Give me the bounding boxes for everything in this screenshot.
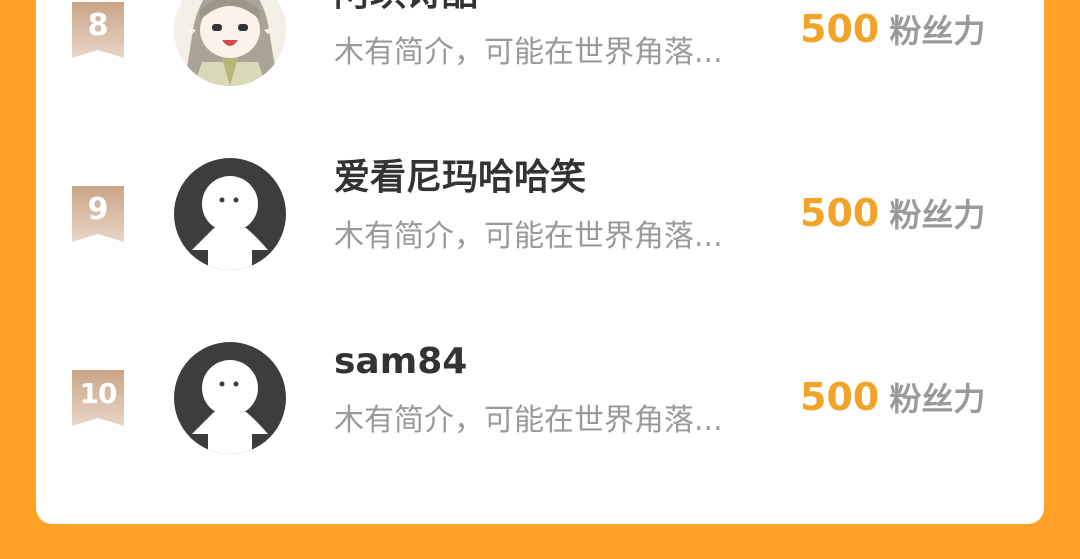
ranking-row[interactable]: 9 爱看尼玛哈哈笑 木有简介，可能在世界角落... 500 粉丝力 [0,144,1080,294]
user-avatar[interactable] [174,0,286,86]
default-user-avatar-icon [174,342,286,454]
fans-power-label: 粉丝力 [889,380,986,418]
default-user-avatar-icon [174,158,286,270]
fans-power-value: 500 [800,7,880,51]
rank-number: 8 [87,8,109,43]
ranking-row[interactable]: 10 sam84 木有简介，可能在世界角落... 500 粉丝力 [0,328,1080,478]
fans-power-value: 500 [800,375,880,419]
rank-badge: 10 [72,370,124,426]
rank-number: 10 [79,377,118,410]
user-name[interactable]: 爱看尼玛哈哈笑 [334,156,586,200]
rank-badge: 9 [72,186,124,242]
fans-power-label: 粉丝力 [889,196,986,234]
user-name[interactable]: sam84 [334,340,467,384]
rank-badge: 8 [72,2,124,58]
fans-power-value: 500 [800,191,880,235]
fans-power: 500 粉丝力 [800,192,985,242]
user-avatar[interactable] [174,158,286,270]
user-avatar[interactable] [174,342,286,454]
user-bio: 木有简介，可能在世界角落... [334,219,723,254]
fans-power-label: 粉丝力 [889,12,986,50]
user-bio: 木有简介，可能在世界角落... [334,403,723,438]
fans-power: 500 粉丝力 [800,8,985,58]
user-bio: 木有简介，可能在世界角落... [334,35,723,70]
rank-number: 9 [87,192,109,227]
fans-power: 500 粉丝力 [800,376,985,426]
page-background: 8 阿琪诗酷 木有简介，可能在世界角落... 500粉丝力 [0,0,1080,559]
anime-character-avatar-icon [174,0,286,86]
ranking-row[interactable]: 8 阿琪诗酷 木有简介，可能在世界角落... 500粉丝力 [0,0,1080,110]
user-name[interactable]: 阿琪诗酷 [334,0,478,16]
